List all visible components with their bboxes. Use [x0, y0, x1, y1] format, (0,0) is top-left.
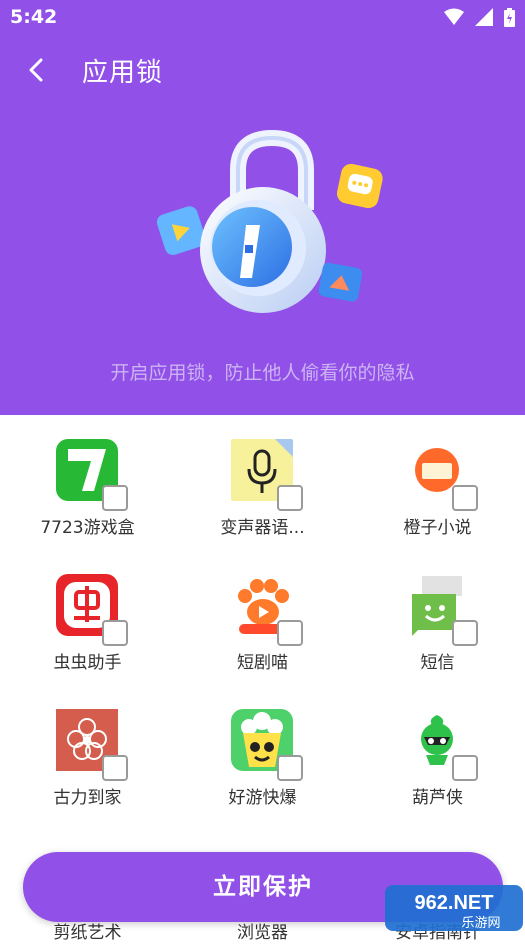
app-checkbox[interactable]: [452, 620, 478, 646]
status-bar: 5:42: [0, 0, 525, 36]
app-name: 橙子小说: [403, 518, 472, 538]
app-item-guli[interactable]: 古力到家: [0, 685, 175, 815]
hero-subtitle: 开启应用锁，防止他人偷看你的隐私: [110, 362, 415, 384]
app-name: 葫芦侠: [412, 788, 463, 808]
app-checkbox[interactable]: [452, 485, 478, 511]
status-time: 5:42: [10, 6, 58, 28]
battery-icon: [504, 8, 515, 31]
app-checkbox[interactable]: [102, 620, 128, 646]
page-title: 应用锁: [82, 58, 164, 88]
app-name: 虫虫助手: [53, 653, 122, 673]
app-item-sms[interactable]: 短信: [350, 550, 525, 680]
app-name: 7723游戏盒: [40, 518, 135, 538]
app-item-voice-changer[interactable]: 变声器语...: [175, 415, 350, 545]
app-checkbox[interactable]: [452, 755, 478, 781]
app-checkbox[interactable]: [102, 485, 128, 511]
app-name: 短剧喵: [237, 653, 288, 673]
chevron-left-icon: [29, 58, 43, 82]
app-name: 短信: [420, 653, 455, 673]
app-item-7723[interactable]: 7723游戏盒: [0, 415, 175, 545]
app-item-short-drama[interactable]: 短剧喵: [175, 550, 350, 680]
status-icons: [438, 8, 515, 28]
app-checkbox[interactable]: [277, 755, 303, 781]
wifi-icon: [443, 8, 464, 30]
padlock-illustration: [156, 130, 383, 313]
app-name: 变声器语...: [220, 518, 305, 538]
back-button[interactable]: [20, 52, 56, 88]
app-checkbox[interactable]: [277, 485, 303, 511]
app-item-chongchong[interactable]: 虫虫助手: [0, 550, 175, 680]
app-name: 古力到家: [53, 788, 122, 808]
app-item-orange-novel[interactable]: 橙子小说: [350, 415, 525, 545]
app-item-huluxia[interactable]: 葫芦侠: [350, 685, 525, 815]
app-checkbox[interactable]: [277, 620, 303, 646]
watermark-sub: 乐游网: [461, 916, 500, 931]
signal-icon: [474, 8, 493, 30]
app-item-haoyou[interactable]: 好游快爆: [175, 685, 350, 815]
watermark-brand: 962.NET: [415, 892, 494, 914]
app-name: 好游快爆: [228, 788, 297, 808]
app-checkbox[interactable]: [102, 755, 128, 781]
watermark-logo: 962.NET 乐游网: [385, 885, 523, 931]
